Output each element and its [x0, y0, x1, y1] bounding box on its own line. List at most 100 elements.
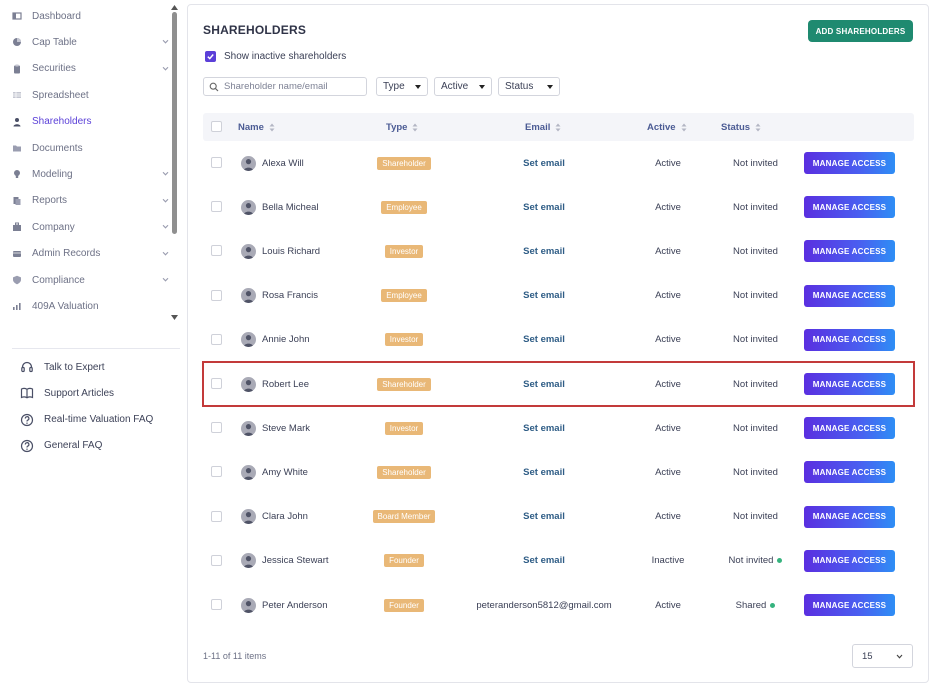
- sidebar-item-securities[interactable]: Securities: [12, 59, 172, 79]
- row-checkbox[interactable]: [211, 201, 222, 213]
- add-shareholders-button[interactable]: ADD SHAREHOLDERS: [808, 20, 913, 42]
- set-email-link[interactable]: Set email: [523, 555, 565, 566]
- table-row[interactable]: Robert Lee Shareholder Set email Active Not …: [202, 361, 915, 407]
- manage-access-button[interactable]: MANAGE ACCESS: [804, 328, 895, 351]
- table-row[interactable]: Amy White Shareholder Set email Active Not i…: [203, 450, 914, 494]
- help-link-real-time-valuation-faq[interactable]: Real-time Valuation FAQ: [20, 410, 153, 430]
- chevron-down-icon[interactable]: [161, 37, 170, 46]
- column-header-name[interactable]: Name: [238, 113, 275, 141]
- manage-access-button[interactable]: MANAGE ACCESS: [804, 284, 895, 307]
- sidebar-item-company[interactable]: Company: [12, 217, 172, 237]
- active-filter-dropdown[interactable]: Active: [434, 77, 492, 96]
- company-icon: [12, 222, 22, 232]
- status-filter-dropdown[interactable]: Status: [498, 77, 560, 96]
- search-box[interactable]: [203, 77, 367, 96]
- help-link-talk-to-expert[interactable]: Talk to Expert: [20, 357, 105, 377]
- sidebar-item-documents[interactable]: Documents: [12, 138, 172, 158]
- column-header-email[interactable]: Email: [525, 113, 561, 141]
- set-email-link[interactable]: Set email: [523, 246, 565, 257]
- active-cell: Active: [628, 583, 708, 627]
- sidebar-item-modeling[interactable]: Modeling: [12, 164, 172, 184]
- sidebar-item-reports[interactable]: Reports: [12, 191, 172, 211]
- active-cell: Active: [628, 362, 708, 406]
- manage-access-button[interactable]: MANAGE ACCESS: [804, 240, 895, 263]
- set-email-link[interactable]: Set email: [523, 290, 565, 301]
- chevron-down-icon[interactable]: [161, 249, 170, 258]
- table-row[interactable]: Clara John Board Member Set email Active Not…: [203, 495, 914, 539]
- dashboard-icon: [12, 11, 22, 21]
- chevron-down-icon[interactable]: [161, 196, 170, 205]
- sidebar-item-label: Cap Table: [32, 36, 77, 48]
- chevron-down-icon[interactable]: [161, 275, 170, 284]
- row-checkbox[interactable]: [211, 554, 222, 566]
- sidebar-item-cap-table[interactable]: Cap Table: [12, 32, 172, 52]
- row-checkbox[interactable]: [211, 245, 222, 257]
- manage-access-button[interactable]: MANAGE ACCESS: [804, 152, 895, 174]
- chevron-down-icon[interactable]: [161, 169, 170, 178]
- row-checkbox[interactable]: [211, 157, 222, 168]
- folder-icon: [12, 143, 22, 153]
- scroll-up-arrow-icon[interactable]: [170, 4, 179, 11]
- table-row[interactable]: Bella Micheal Employee Set email Active Not …: [203, 185, 914, 229]
- sidebar-item-dashboard[interactable]: Dashboard: [12, 6, 172, 26]
- select-all-checkbox[interactable]: [211, 121, 222, 132]
- row-checkbox[interactable]: [211, 510, 222, 522]
- type-filter-dropdown[interactable]: Type: [376, 77, 428, 96]
- set-email-link[interactable]: Set email: [523, 202, 565, 213]
- table-row[interactable]: Steve Mark Investor Set email Active Not inv…: [203, 406, 914, 450]
- table-row[interactable]: Louis Richard Investor Set email Active Not …: [203, 229, 914, 273]
- chevron-down-icon[interactable]: [161, 222, 170, 231]
- row-checkbox[interactable]: [211, 289, 222, 301]
- table-row[interactable]: Annie John Investor Set email Active Not inv…: [203, 318, 914, 362]
- manage-access-button[interactable]: MANAGE ACCESS: [804, 417, 895, 440]
- set-email-link[interactable]: Set email: [523, 467, 565, 478]
- page-size-select[interactable]: 15: [852, 644, 913, 668]
- column-header-status[interactable]: Status: [721, 113, 761, 141]
- table-row[interactable]: Jessica Stewart Founder Set email Inactive N…: [203, 539, 914, 583]
- table-row[interactable]: Alexa Will Shareholder Set email Active Not …: [203, 141, 914, 185]
- chevron-down-icon[interactable]: [161, 64, 170, 73]
- table-row[interactable]: Rosa Francis Employee Set email Active Not i…: [203, 274, 914, 318]
- set-email-link[interactable]: Set email: [523, 511, 565, 522]
- sort-icon[interactable]: [412, 123, 418, 132]
- set-email-link[interactable]: Set email: [523, 423, 565, 434]
- column-header-type[interactable]: Type: [386, 113, 418, 141]
- manage-access-button[interactable]: MANAGE ACCESS: [804, 594, 895, 616]
- row-checkbox[interactable]: [211, 466, 222, 478]
- help-link-general-faq[interactable]: General FAQ: [20, 436, 102, 456]
- row-checkbox[interactable]: [211, 378, 222, 389]
- row-checkbox[interactable]: [211, 422, 222, 434]
- manage-access-button[interactable]: MANAGE ACCESS: [804, 461, 895, 484]
- manage-access-button[interactable]: MANAGE ACCESS: [804, 196, 895, 219]
- manage-access-button[interactable]: MANAGE ACCESS: [804, 505, 895, 528]
- shareholder-name: Annie John: [262, 334, 310, 346]
- active-status: Active: [655, 334, 681, 346]
- sort-icon[interactable]: [269, 123, 275, 132]
- row-checkbox[interactable]: [211, 333, 222, 345]
- sidebar-item-shareholders[interactable]: Shareholders: [12, 112, 172, 132]
- set-email-link[interactable]: Set email: [523, 334, 565, 345]
- scroll-down-arrow-icon[interactable]: [170, 314, 179, 321]
- sidebar: Dashboard Cap Table Securities Spreadsheet S…: [0, 0, 182, 686]
- sidebar-item-admin-records[interactable]: Admin Records: [12, 244, 172, 264]
- sidebar-item-compliance[interactable]: Compliance: [12, 270, 172, 290]
- sidebar-item-spreadsheet[interactable]: Spreadsheet: [12, 85, 172, 105]
- set-email-link[interactable]: Set email: [523, 158, 565, 169]
- help-link-support-articles[interactable]: Support Articles: [20, 383, 114, 403]
- sort-icon[interactable]: [755, 123, 761, 132]
- sort-icon[interactable]: [681, 123, 687, 132]
- column-header-active[interactable]: Active: [647, 113, 687, 141]
- show-inactive-toggle[interactable]: Show inactive shareholders: [205, 51, 346, 62]
- sort-icon[interactable]: [555, 123, 561, 132]
- table-row[interactable]: Peter Anderson Founder peteranderson5812@g…: [203, 583, 914, 627]
- manage-access-button[interactable]: MANAGE ACCESS: [804, 373, 895, 395]
- name-cell: Louis Richard: [241, 229, 320, 273]
- sidebar-scrollbar-thumb[interactable]: [172, 12, 177, 234]
- search-input[interactable]: [224, 81, 364, 92]
- manage-access-button[interactable]: MANAGE ACCESS: [804, 549, 895, 572]
- status-cell: Not invited: [708, 274, 803, 318]
- sidebar-item-409a-valuation[interactable]: 409A Valuation: [12, 296, 172, 316]
- row-checkbox[interactable]: [211, 599, 222, 610]
- set-email-link[interactable]: Set email: [523, 379, 565, 390]
- show-inactive-checkbox[interactable]: [205, 51, 216, 62]
